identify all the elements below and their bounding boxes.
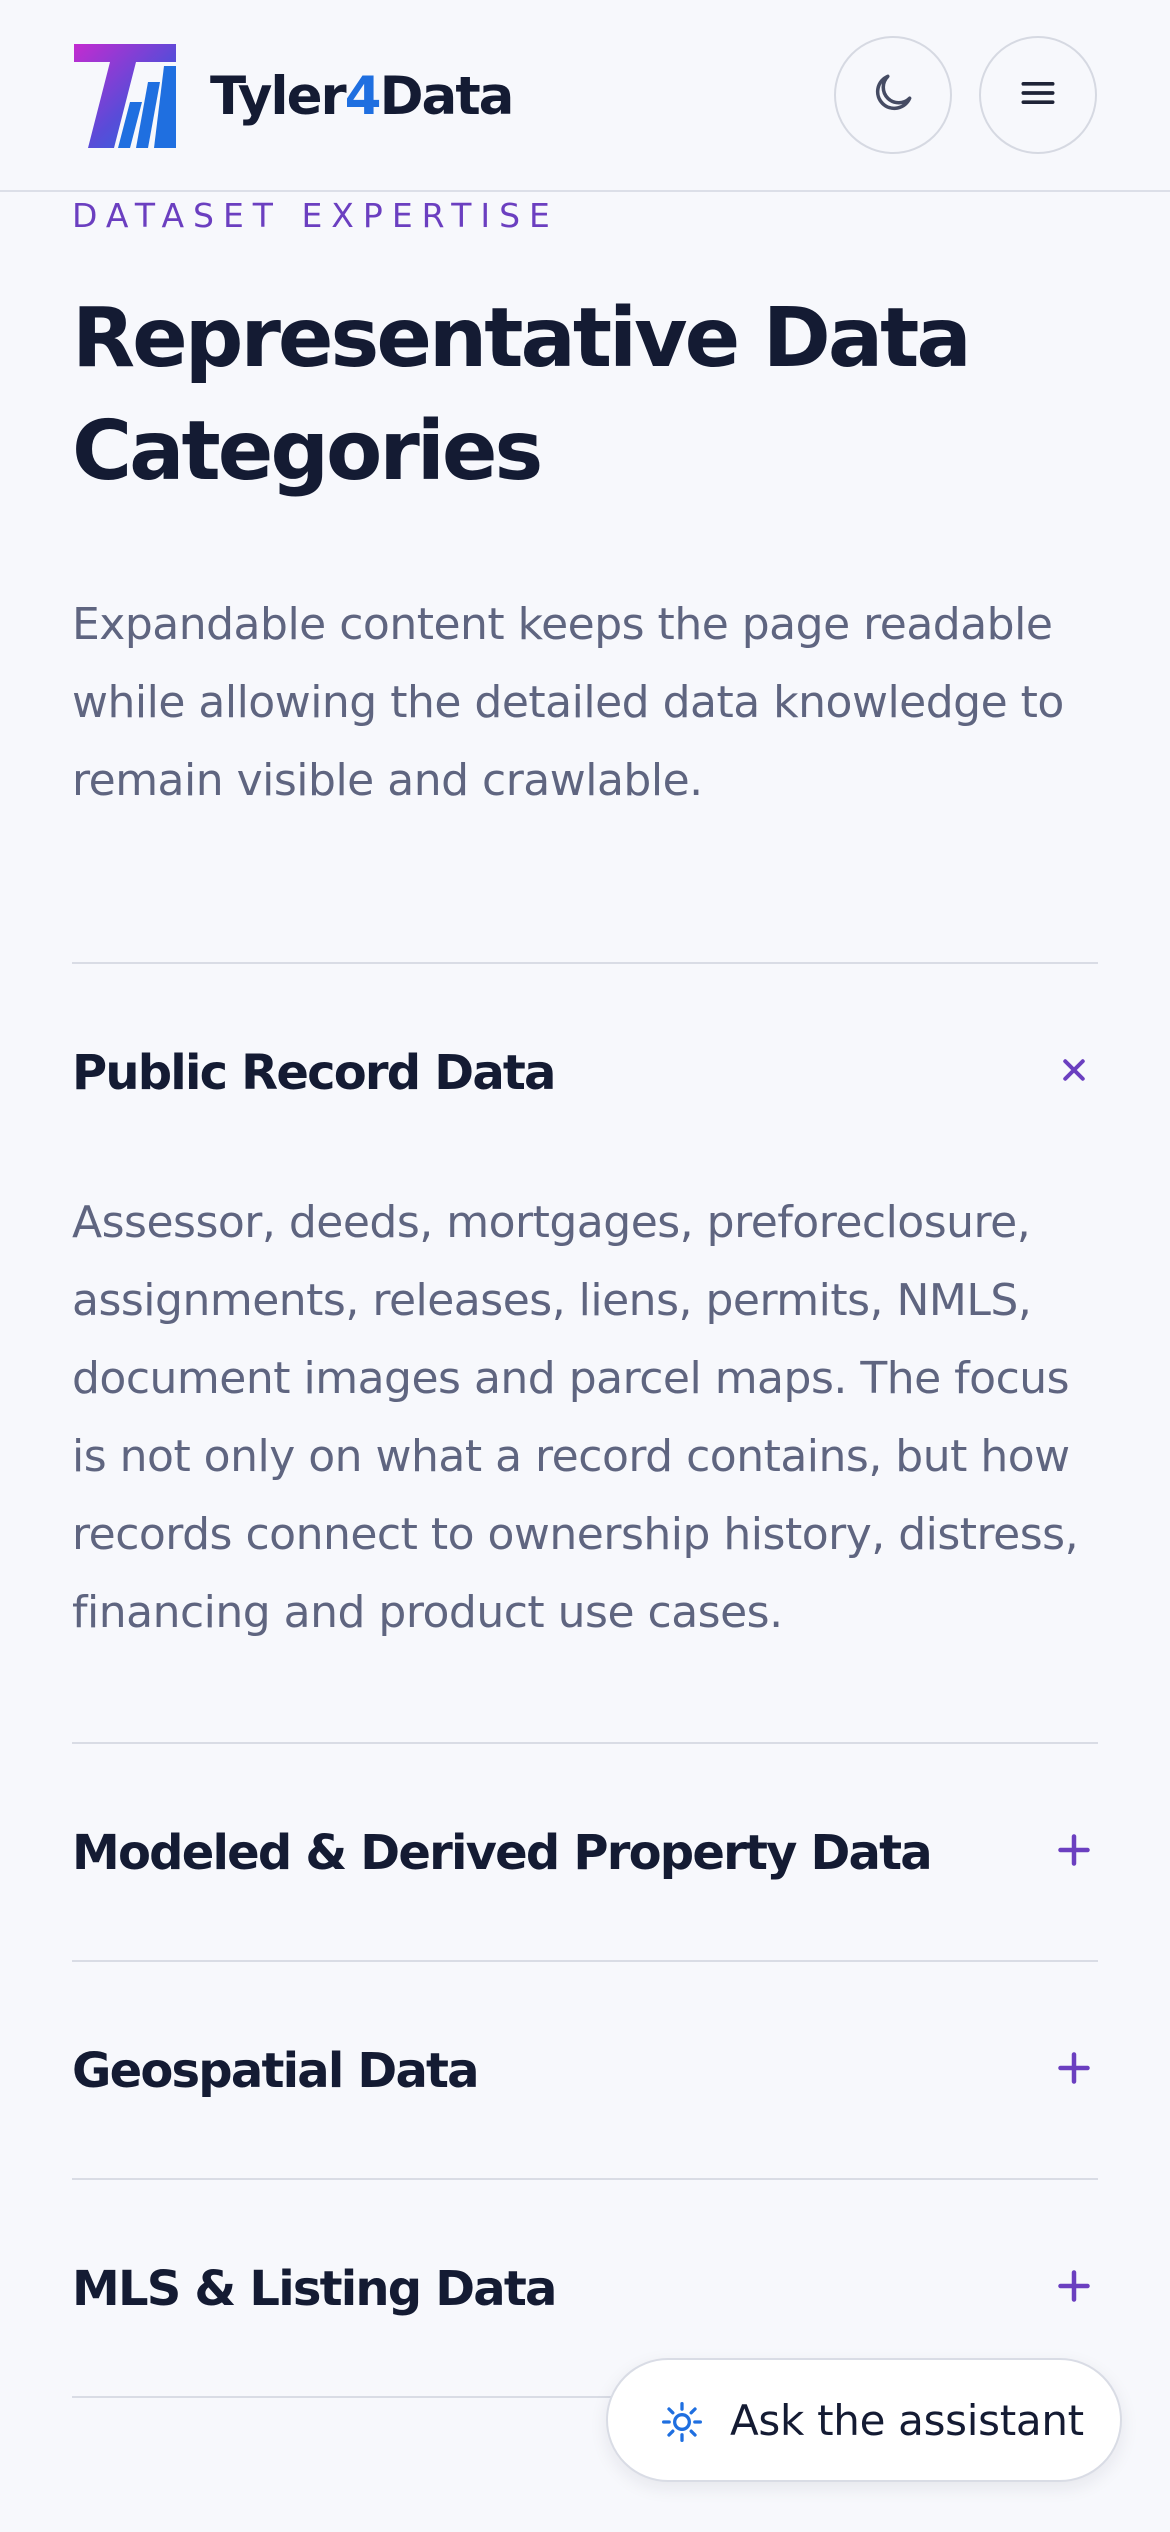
hamburger-menu-icon: [1016, 71, 1060, 119]
brand-name[interactable]: Tyler4Data: [210, 62, 515, 132]
assistant-label: Ask the assistant: [730, 2396, 1084, 2445]
accordion-title: Geospatial Data: [72, 2043, 480, 2099]
menu-button[interactable]: [979, 36, 1097, 154]
close-icon[interactable]: [1054, 1050, 1094, 1090]
accordion-header[interactable]: Public Record Data: [72, 964, 1098, 1184]
accordion-body: Assessor, deeds, mortgages, preforeclosu…: [72, 1197, 1079, 1638]
plus-icon[interactable]: [1054, 2266, 1094, 2306]
section-eyebrow: DATASET EXPERTISE: [72, 196, 559, 235]
plus-icon[interactable]: [1054, 1830, 1094, 1870]
sun-sparkle-icon: [660, 2400, 704, 2444]
theme-toggle-button[interactable]: [834, 36, 952, 154]
accordion-item-geospatial: Geospatial Data: [72, 1960, 1098, 2178]
accordion-title: MLS & Listing Data: [72, 2261, 557, 2317]
accordion-title: Public Record Data: [72, 1045, 556, 1101]
accordion-item-modeled-derived: Modeled & Derived Property Data: [72, 1742, 1098, 1960]
brand-four: 4: [344, 66, 382, 127]
accordion-header[interactable]: Modeled & Derived Property Data: [72, 1744, 1098, 1960]
logo-icon[interactable]: [74, 44, 176, 148]
section-title: Representative Data Categories: [72, 291, 972, 499]
moon-icon: [868, 68, 918, 122]
data-categories-accordion: Public Record Data Assessor, deeds, mort…: [72, 962, 1098, 2398]
accordion-item-public-record: Public Record Data Assessor, deeds, mort…: [72, 962, 1098, 1742]
site-header: Tyler4Data: [0, 0, 1170, 192]
brand-suffix: Data: [379, 66, 515, 127]
brand-prefix: Tyler: [210, 66, 347, 127]
plus-icon[interactable]: [1054, 2048, 1094, 2088]
accordion-title: Modeled & Derived Property Data: [72, 1825, 933, 1881]
section-lead: Expandable content keeps the page readab…: [72, 599, 1064, 806]
accordion-header[interactable]: Geospatial Data: [72, 1962, 1098, 2178]
ask-assistant-button[interactable]: Ask the assistant: [606, 2358, 1122, 2482]
